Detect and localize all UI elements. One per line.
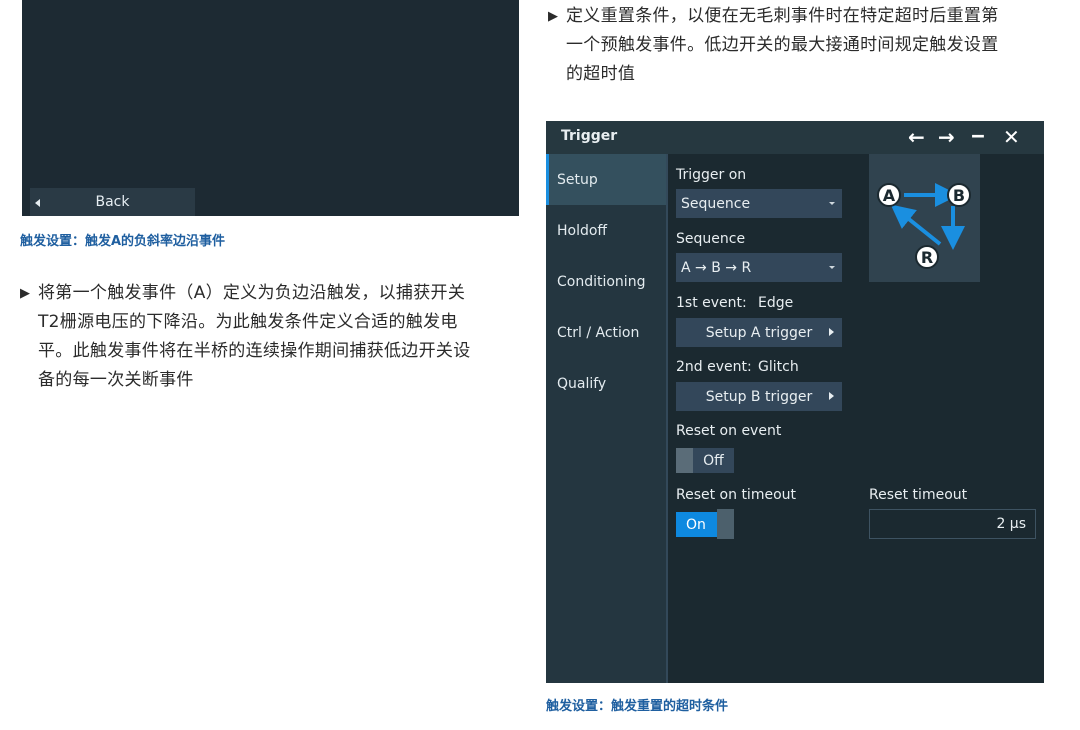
trigger-dialog: Trigger ← → ‒ ✕ Setup Holdoff Conditioni…	[546, 121, 1044, 683]
reset-timeout-label: Reset timeout	[869, 487, 968, 503]
sequence-dropdown[interactable]: A → B → R	[676, 253, 842, 282]
node-r-label: R	[921, 248, 933, 267]
para-line: T2栅源电压的下降沿。为此触发条件定义合适的触发电	[38, 312, 458, 332]
para-line: 一个预触发事件。低边开关的最大接通时间规定触发设置	[566, 35, 999, 55]
trigger-on-value: Sequence	[681, 195, 751, 212]
tab-ctrl-action[interactable]: Ctrl / Action	[546, 307, 666, 358]
para-line: 的超时值	[566, 64, 636, 84]
node-b-label: B	[953, 186, 965, 205]
toggle-knob	[676, 448, 693, 473]
chevron-right-icon	[829, 328, 834, 336]
second-event-value: Glitch	[758, 359, 799, 375]
setup-a-trigger-button[interactable]: Setup A trigger	[676, 318, 842, 347]
arrow-right-icon[interactable]: →	[938, 126, 955, 148]
arrow-r-to-a	[890, 204, 942, 246]
chevron-right-icon	[829, 392, 834, 400]
dialog-title: Trigger	[561, 128, 618, 144]
tab-label: Holdoff	[557, 222, 608, 239]
sequence-diagram: A B R	[869, 154, 980, 282]
tab-conditioning[interactable]: Conditioning	[546, 256, 666, 307]
tab-label: Ctrl / Action	[557, 324, 640, 341]
first-event-value: Edge	[758, 295, 794, 311]
close-icon[interactable]: ✕	[1003, 126, 1020, 148]
sequence-label: Sequence	[676, 231, 746, 247]
tab-holdoff[interactable]: Holdoff	[546, 205, 666, 256]
minimize-icon[interactable]: ‒	[971, 124, 985, 146]
dialog-titlebar: Trigger ← → ‒ ✕	[546, 121, 1044, 154]
reset-timeout-value: 2 µs	[996, 516, 1026, 532]
tab-label: Conditioning	[557, 273, 646, 290]
toggle-state: Off	[693, 448, 734, 473]
trigger-on-dropdown[interactable]: Sequence	[676, 189, 842, 218]
reset-on-event-toggle[interactable]: Off	[676, 448, 734, 473]
toggle-knob	[717, 509, 734, 539]
sequence-diagram-graphic: A B R	[877, 183, 971, 269]
setup-a-label: Setup A trigger	[705, 324, 813, 341]
sequence-value: A → B → R	[681, 259, 752, 276]
chevron-down-icon	[829, 266, 835, 269]
chevron-down-icon	[829, 202, 835, 205]
right-paragraph: ▶ 定义重置条件，以便在无毛刺事件时在特定超时后重置第 一个预触发事件。低边开关…	[548, 2, 1058, 89]
dialog-sidebar: Setup Holdoff Conditioning Ctrl / Action…	[546, 154, 668, 683]
reset-on-timeout-toggle[interactable]: On	[676, 509, 734, 539]
left-figure-caption: 触发设置：触发A的负斜率边沿事件	[20, 234, 226, 249]
oscilloscope-screenshot: Back	[22, 0, 519, 216]
node-a-label: A	[883, 186, 896, 205]
tab-label: Setup	[557, 171, 598, 188]
reset-on-timeout-label: Reset on timeout	[676, 487, 797, 503]
reset-on-event-label: Reset on event	[676, 423, 782, 439]
left-paragraph: ▶ 将第一个触发事件（A）定义为负边沿触发，以捕获开关 T2栅源电压的下降沿。为…	[20, 279, 525, 395]
para-line: 平。此触发事件将在半桥的连续操作期间捕获低边开关设	[38, 341, 471, 361]
para-line: 备的每一次关断事件	[38, 370, 194, 390]
bullet-icon: ▶	[20, 286, 31, 301]
para-line: 定义重置条件，以便在无毛刺事件时在特定超时后重置第	[566, 6, 999, 26]
para-line: 将第一个触发事件（A）定义为负边沿触发，以捕获开关	[38, 283, 466, 303]
right-figure-caption: 触发设置：触发重置的超时条件	[546, 699, 729, 714]
back-label: Back	[95, 194, 130, 210]
tab-qualify[interactable]: Qualify	[546, 358, 666, 409]
reset-timeout-input[interactable]: 2 µs	[869, 509, 1036, 539]
back-arrow-icon	[35, 199, 40, 207]
toggle-state: On	[676, 512, 718, 537]
bullet-icon: ▶	[548, 9, 559, 24]
tab-setup[interactable]: Setup	[546, 154, 666, 205]
setup-b-label: Setup B trigger	[705, 388, 813, 405]
tab-label: Qualify	[557, 375, 607, 392]
arrow-left-icon[interactable]: ←	[908, 126, 925, 148]
setup-b-trigger-button[interactable]: Setup B trigger	[676, 382, 842, 411]
trigger-on-label: Trigger on	[676, 167, 747, 183]
second-event-label: 2nd event:	[676, 359, 752, 375]
first-event-label: 1st event:	[676, 295, 747, 311]
back-button[interactable]: Back	[30, 188, 195, 216]
